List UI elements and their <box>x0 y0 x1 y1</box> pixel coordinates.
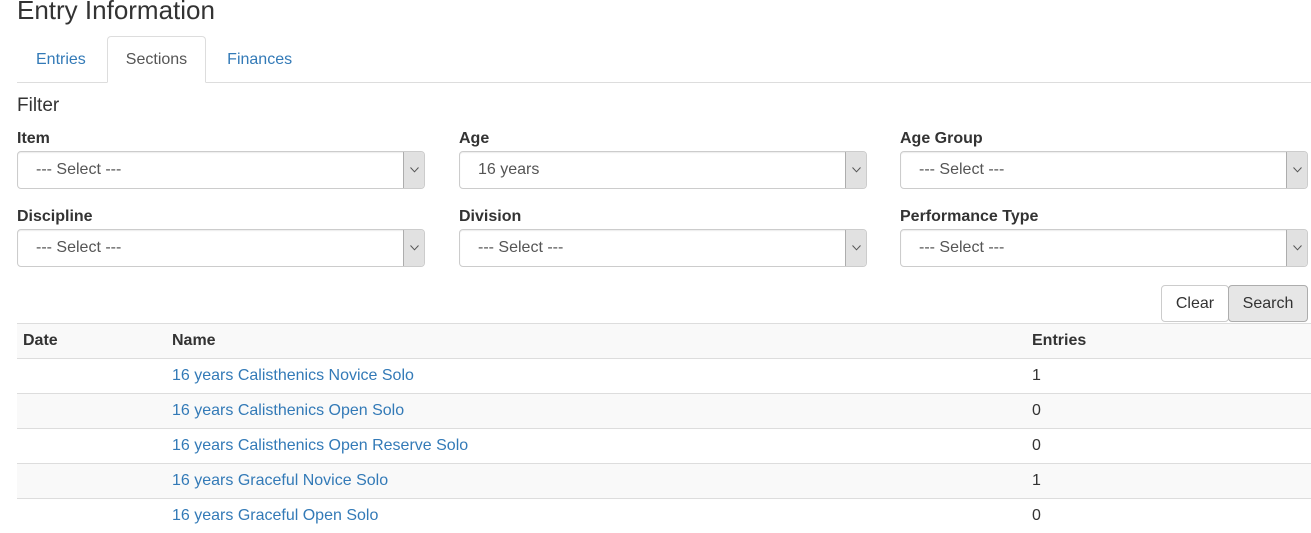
item-select-value: --- Select --- <box>36 152 121 188</box>
column-header-date[interactable]: Date <box>17 324 166 359</box>
division-select-value: --- Select --- <box>478 230 563 266</box>
search-button[interactable]: Search <box>1228 285 1308 322</box>
row-date <box>17 359 166 394</box>
age-select-value: 16 years <box>478 152 539 188</box>
column-header-entries[interactable]: Entries <box>1026 324 1311 359</box>
performance-type-label: Performance Type <box>900 207 1308 227</box>
page-title: Entry Information <box>17 0 215 28</box>
performance-type-select[interactable]: --- Select --- <box>900 229 1308 267</box>
discipline-label: Discipline <box>17 207 425 227</box>
row-name-cell: 16 years Calisthenics Open Solo <box>166 394 1026 429</box>
table-row: 16 years Calisthenics Open Reserve Solo … <box>17 429 1311 464</box>
tab-sections[interactable]: Sections <box>107 36 206 83</box>
row-date <box>17 429 166 464</box>
row-entries: 0 <box>1026 429 1311 464</box>
age-group-select-value: --- Select --- <box>919 152 1004 188</box>
discipline-select-value: --- Select --- <box>36 230 121 266</box>
age-field: Age 16 years <box>459 129 867 189</box>
chevron-down-icon[interactable] <box>1286 230 1307 266</box>
age-select[interactable]: 16 years <box>459 151 867 189</box>
row-date <box>17 499 166 533</box>
column-header-name[interactable]: Name <box>166 324 1026 359</box>
item-select[interactable]: --- Select --- <box>17 151 425 189</box>
section-link[interactable]: 16 years Calisthenics Open Solo <box>172 402 404 419</box>
age-label: Age <box>459 129 867 149</box>
row-date <box>17 394 166 429</box>
row-name-cell: 16 years Calisthenics Novice Solo <box>166 359 1026 394</box>
row-entries: 0 <box>1026 394 1311 429</box>
section-link[interactable]: 16 years Graceful Novice Solo <box>172 472 388 489</box>
chevron-down-icon[interactable] <box>403 230 424 266</box>
row-name-cell: 16 years Graceful Open Solo <box>166 499 1026 533</box>
performance-type-field: Performance Type --- Select --- <box>900 207 1308 267</box>
section-link[interactable]: 16 years Calisthenics Novice Solo <box>172 367 414 384</box>
chevron-down-icon[interactable] <box>403 152 424 188</box>
table-row: 16 years Graceful Open Solo 0 <box>17 499 1311 533</box>
tab-entries[interactable]: Entries <box>17 36 105 82</box>
performance-type-select-value: --- Select --- <box>919 230 1004 266</box>
division-label: Division <box>459 207 867 227</box>
age-group-label: Age Group <box>900 129 1308 149</box>
age-group-field: Age Group --- Select --- <box>900 129 1308 189</box>
discipline-select[interactable]: --- Select --- <box>17 229 425 267</box>
chevron-down-icon[interactable] <box>845 230 866 266</box>
row-entries: 1 <box>1026 359 1311 394</box>
discipline-field: Discipline --- Select --- <box>17 207 425 267</box>
clear-button[interactable]: Clear <box>1161 285 1229 322</box>
row-name-cell: 16 years Calisthenics Open Reserve Solo <box>166 429 1026 464</box>
item-field: Item --- Select --- <box>17 129 425 189</box>
item-label: Item <box>17 129 425 149</box>
sections-table: Date Name Entries 16 years Calisthenics … <box>17 323 1311 533</box>
row-name-cell: 16 years Graceful Novice Solo <box>166 464 1026 499</box>
division-select[interactable]: --- Select --- <box>459 229 867 267</box>
table-row: 16 years Calisthenics Open Solo 0 <box>17 394 1311 429</box>
section-link[interactable]: 16 years Graceful Open Solo <box>172 507 378 524</box>
row-date <box>17 464 166 499</box>
section-link[interactable]: 16 years Calisthenics Open Reserve Solo <box>172 437 468 454</box>
table-header-row: Date Name Entries <box>17 324 1311 359</box>
row-entries: 0 <box>1026 499 1311 533</box>
tab-bar: Entries Sections Finances <box>17 36 1311 83</box>
age-group-select[interactable]: --- Select --- <box>900 151 1308 189</box>
row-entries: 1 <box>1026 464 1311 499</box>
table-row: 16 years Calisthenics Novice Solo 1 <box>17 359 1311 394</box>
chevron-down-icon[interactable] <box>845 152 866 188</box>
table-row: 16 years Graceful Novice Solo 1 <box>17 464 1311 499</box>
filter-heading: Filter <box>17 94 59 118</box>
division-field: Division --- Select --- <box>459 207 867 267</box>
chevron-down-icon[interactable] <box>1286 152 1307 188</box>
tab-finances[interactable]: Finances <box>208 36 311 82</box>
